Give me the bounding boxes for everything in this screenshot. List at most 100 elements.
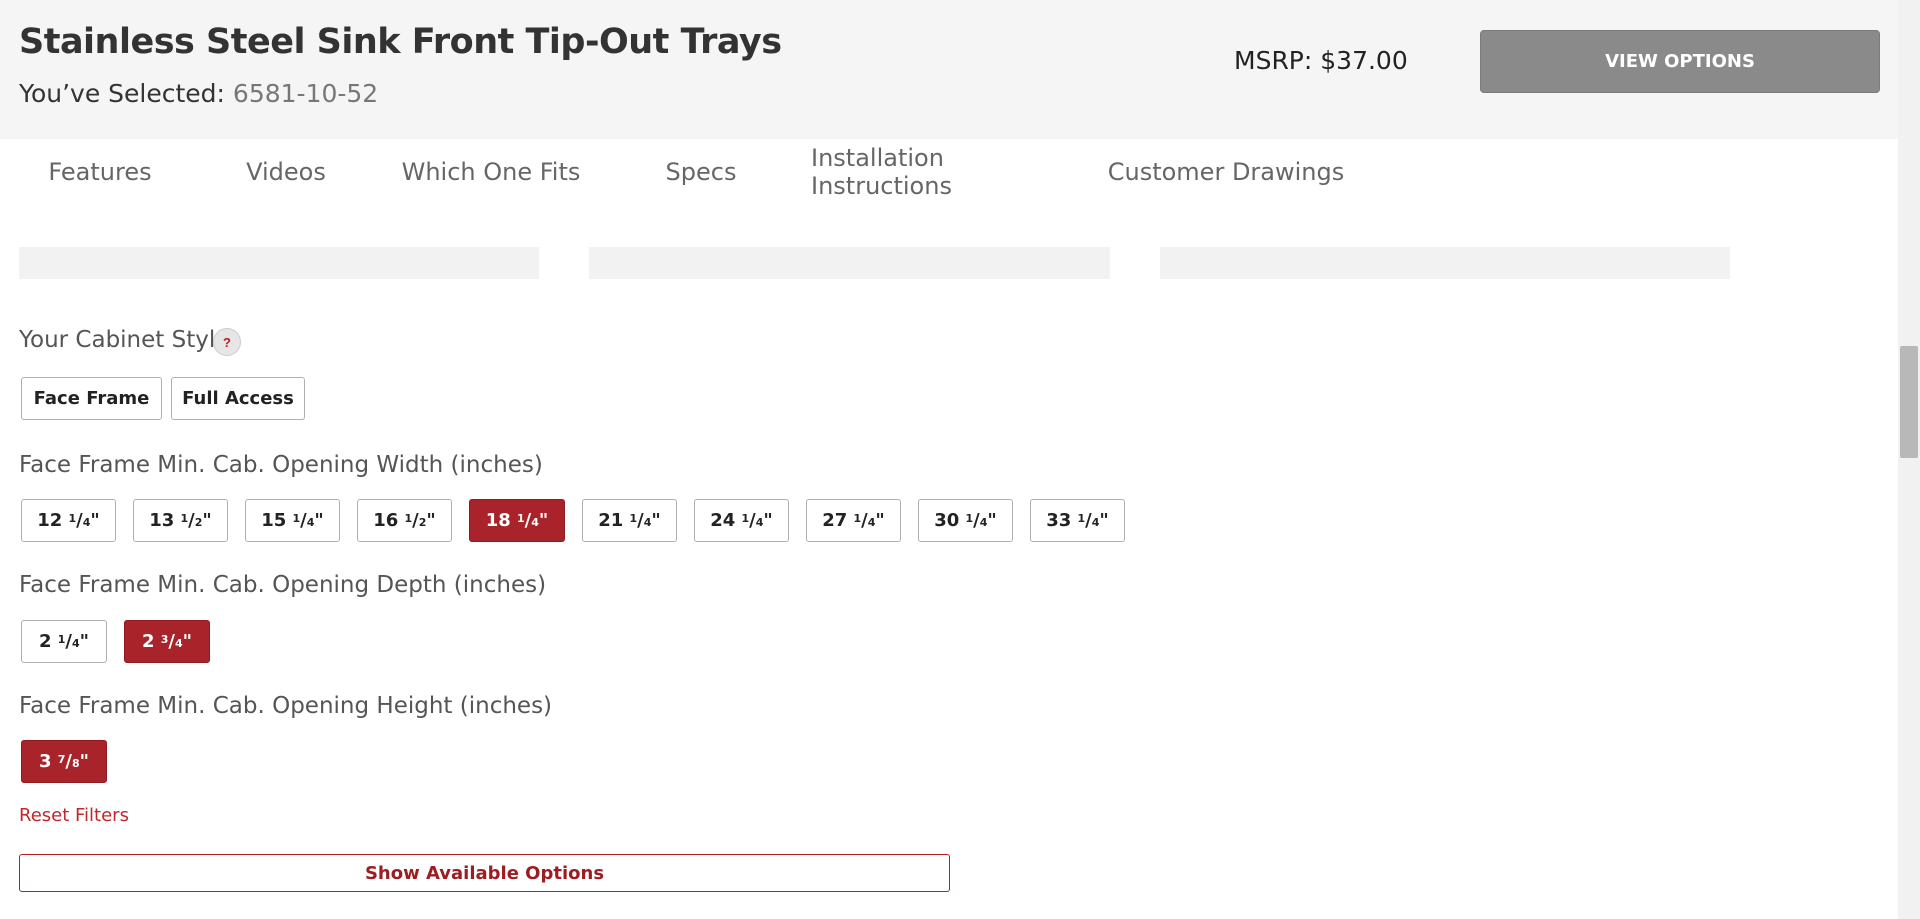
option-inch-mark: " bbox=[426, 510, 436, 531]
width-option-button[interactable]: 21 1/4 " bbox=[582, 499, 677, 542]
msrp-price: MSRP: $37.00 bbox=[1234, 46, 1408, 75]
option-denominator: 4 bbox=[755, 516, 764, 529]
option-numerator: 1 bbox=[68, 512, 77, 525]
option-inch-mark: " bbox=[987, 510, 997, 531]
option-denominator: 4 bbox=[71, 637, 80, 650]
depth-option-button[interactable]: 2 1/4 " bbox=[21, 620, 107, 663]
option-denominator: 4 bbox=[979, 516, 988, 529]
option-whole: 33 bbox=[1046, 510, 1078, 531]
option-slash: / bbox=[300, 510, 307, 531]
option-numerator: 1 bbox=[180, 512, 189, 525]
selected-sku: 6581-10-52 bbox=[232, 79, 379, 108]
tab-customer-drawings[interactable]: Customer Drawings bbox=[1086, 139, 1366, 205]
option-inch-mark: " bbox=[1099, 510, 1109, 531]
option-numerator: 1 bbox=[965, 512, 974, 525]
option-numerator: 1 bbox=[853, 512, 862, 525]
option-inch-mark: " bbox=[651, 510, 661, 531]
option-whole: 21 bbox=[598, 510, 630, 531]
cabinet-style-options: Face Frame Full Access bbox=[21, 377, 322, 420]
option-inch-mark: " bbox=[763, 510, 773, 531]
width-option-button[interactable]: 33 1/4 " bbox=[1030, 499, 1125, 542]
option-denominator: 4 bbox=[174, 637, 183, 650]
option-slash: / bbox=[749, 510, 756, 531]
option-whole: 2 bbox=[141, 631, 161, 652]
option-whole: 13 bbox=[149, 510, 181, 531]
option-slash: / bbox=[637, 510, 644, 531]
full-access-button[interactable]: Full Access bbox=[171, 377, 305, 420]
option-slash: / bbox=[168, 631, 175, 652]
option-inch-mark: " bbox=[79, 631, 90, 652]
option-inch-mark: " bbox=[538, 510, 549, 531]
option-numerator: 1 bbox=[404, 512, 413, 525]
image-placeholder bbox=[1160, 247, 1730, 279]
width-option-button[interactable]: 27 1/4 " bbox=[806, 499, 901, 542]
tab-specs[interactable]: Specs bbox=[591, 139, 811, 205]
option-numerator: 1 bbox=[629, 512, 638, 525]
option-numerator: 1 bbox=[517, 512, 525, 525]
option-slash: / bbox=[65, 751, 72, 772]
width-option-button[interactable]: 16 1/2 " bbox=[357, 499, 452, 542]
option-slash: / bbox=[188, 510, 195, 531]
option-numerator: 1 bbox=[57, 633, 66, 646]
option-whole: 12 bbox=[37, 510, 69, 531]
scrollbar-track[interactable] bbox=[1898, 0, 1920, 919]
option-numerator: 1 bbox=[1077, 512, 1086, 525]
option-inch-mark: " bbox=[182, 631, 193, 652]
depth-option-button[interactable]: 2 3/4 " bbox=[124, 620, 210, 663]
option-slash: / bbox=[76, 510, 83, 531]
width-option-button[interactable]: 18 1/4 " bbox=[469, 499, 565, 542]
height-options: 3 7/8 " bbox=[21, 740, 124, 783]
option-inch-mark: " bbox=[90, 510, 100, 531]
width-label: Face Frame Min. Cab. Opening Width (inch… bbox=[19, 452, 543, 478]
option-slash: / bbox=[861, 510, 868, 531]
width-option-button[interactable]: 24 1/4 " bbox=[694, 499, 789, 542]
option-denominator: 4 bbox=[531, 516, 539, 529]
option-denominator: 4 bbox=[1091, 516, 1100, 529]
reset-filters-link[interactable]: Reset Filters bbox=[19, 805, 129, 826]
option-inch-mark: " bbox=[875, 510, 885, 531]
cabinet-style-label: Your Cabinet Style: bbox=[19, 327, 238, 353]
option-denominator: 2 bbox=[418, 516, 427, 529]
product-header: Stainless Steel Sink Front Tip-Out Trays… bbox=[0, 0, 1898, 139]
option-whole: 15 bbox=[261, 510, 293, 531]
height-option-button[interactable]: 3 7/8 " bbox=[21, 740, 107, 783]
option-inch-mark: " bbox=[202, 510, 212, 531]
option-slash: / bbox=[65, 631, 72, 652]
width-option-button[interactable]: 13 1/2 " bbox=[133, 499, 228, 542]
option-slash: / bbox=[412, 510, 419, 531]
selected-label: You’ve Selected: bbox=[19, 79, 225, 108]
option-slash: / bbox=[973, 510, 980, 531]
product-title: Stainless Steel Sink Front Tip-Out Trays bbox=[19, 22, 782, 62]
option-denominator: 2 bbox=[194, 516, 203, 529]
option-numerator: 3 bbox=[160, 633, 169, 646]
height-label: Face Frame Min. Cab. Opening Height (inc… bbox=[19, 693, 553, 719]
width-option-button[interactable]: 30 1/4 " bbox=[918, 499, 1013, 542]
option-whole: 27 bbox=[822, 510, 854, 531]
option-whole: 2 bbox=[38, 631, 58, 652]
width-option-button[interactable]: 12 1/4 " bbox=[21, 499, 116, 542]
tab-features[interactable]: Features bbox=[19, 139, 181, 205]
selected-sku-line: You’ve Selected: 6581-10-52 bbox=[19, 79, 378, 108]
tab-videos[interactable]: Videos bbox=[181, 139, 391, 205]
option-denominator: 4 bbox=[867, 516, 876, 529]
question-mark-icon[interactable]: ? bbox=[213, 328, 241, 356]
depth-label: Face Frame Min. Cab. Opening Depth (inch… bbox=[19, 572, 547, 598]
product-tabs: Features Videos Which One Fits Specs Ins… bbox=[19, 139, 1366, 205]
tab-which-one-fits[interactable]: Which One Fits bbox=[391, 139, 591, 205]
option-slash: / bbox=[524, 510, 532, 531]
option-denominator: 4 bbox=[306, 516, 315, 529]
option-numerator: 7 bbox=[57, 753, 66, 766]
option-numerator: 1 bbox=[292, 512, 301, 525]
show-available-options-button[interactable]: Show Available Options bbox=[19, 854, 950, 892]
option-whole: 24 bbox=[710, 510, 742, 531]
option-numerator: 1 bbox=[741, 512, 750, 525]
view-options-button[interactable]: VIEW OPTIONS bbox=[1480, 30, 1880, 93]
tab-installation-instructions[interactable]: Installation Instructions bbox=[811, 139, 1086, 205]
image-placeholder bbox=[589, 247, 1110, 279]
face-frame-button[interactable]: Face Frame bbox=[21, 377, 162, 420]
option-whole: 3 bbox=[38, 751, 58, 772]
option-inch-mark: " bbox=[314, 510, 324, 531]
scrollbar-thumb[interactable] bbox=[1900, 346, 1918, 458]
width-option-button[interactable]: 15 1/4 " bbox=[245, 499, 340, 542]
option-whole: 18 bbox=[485, 510, 518, 531]
